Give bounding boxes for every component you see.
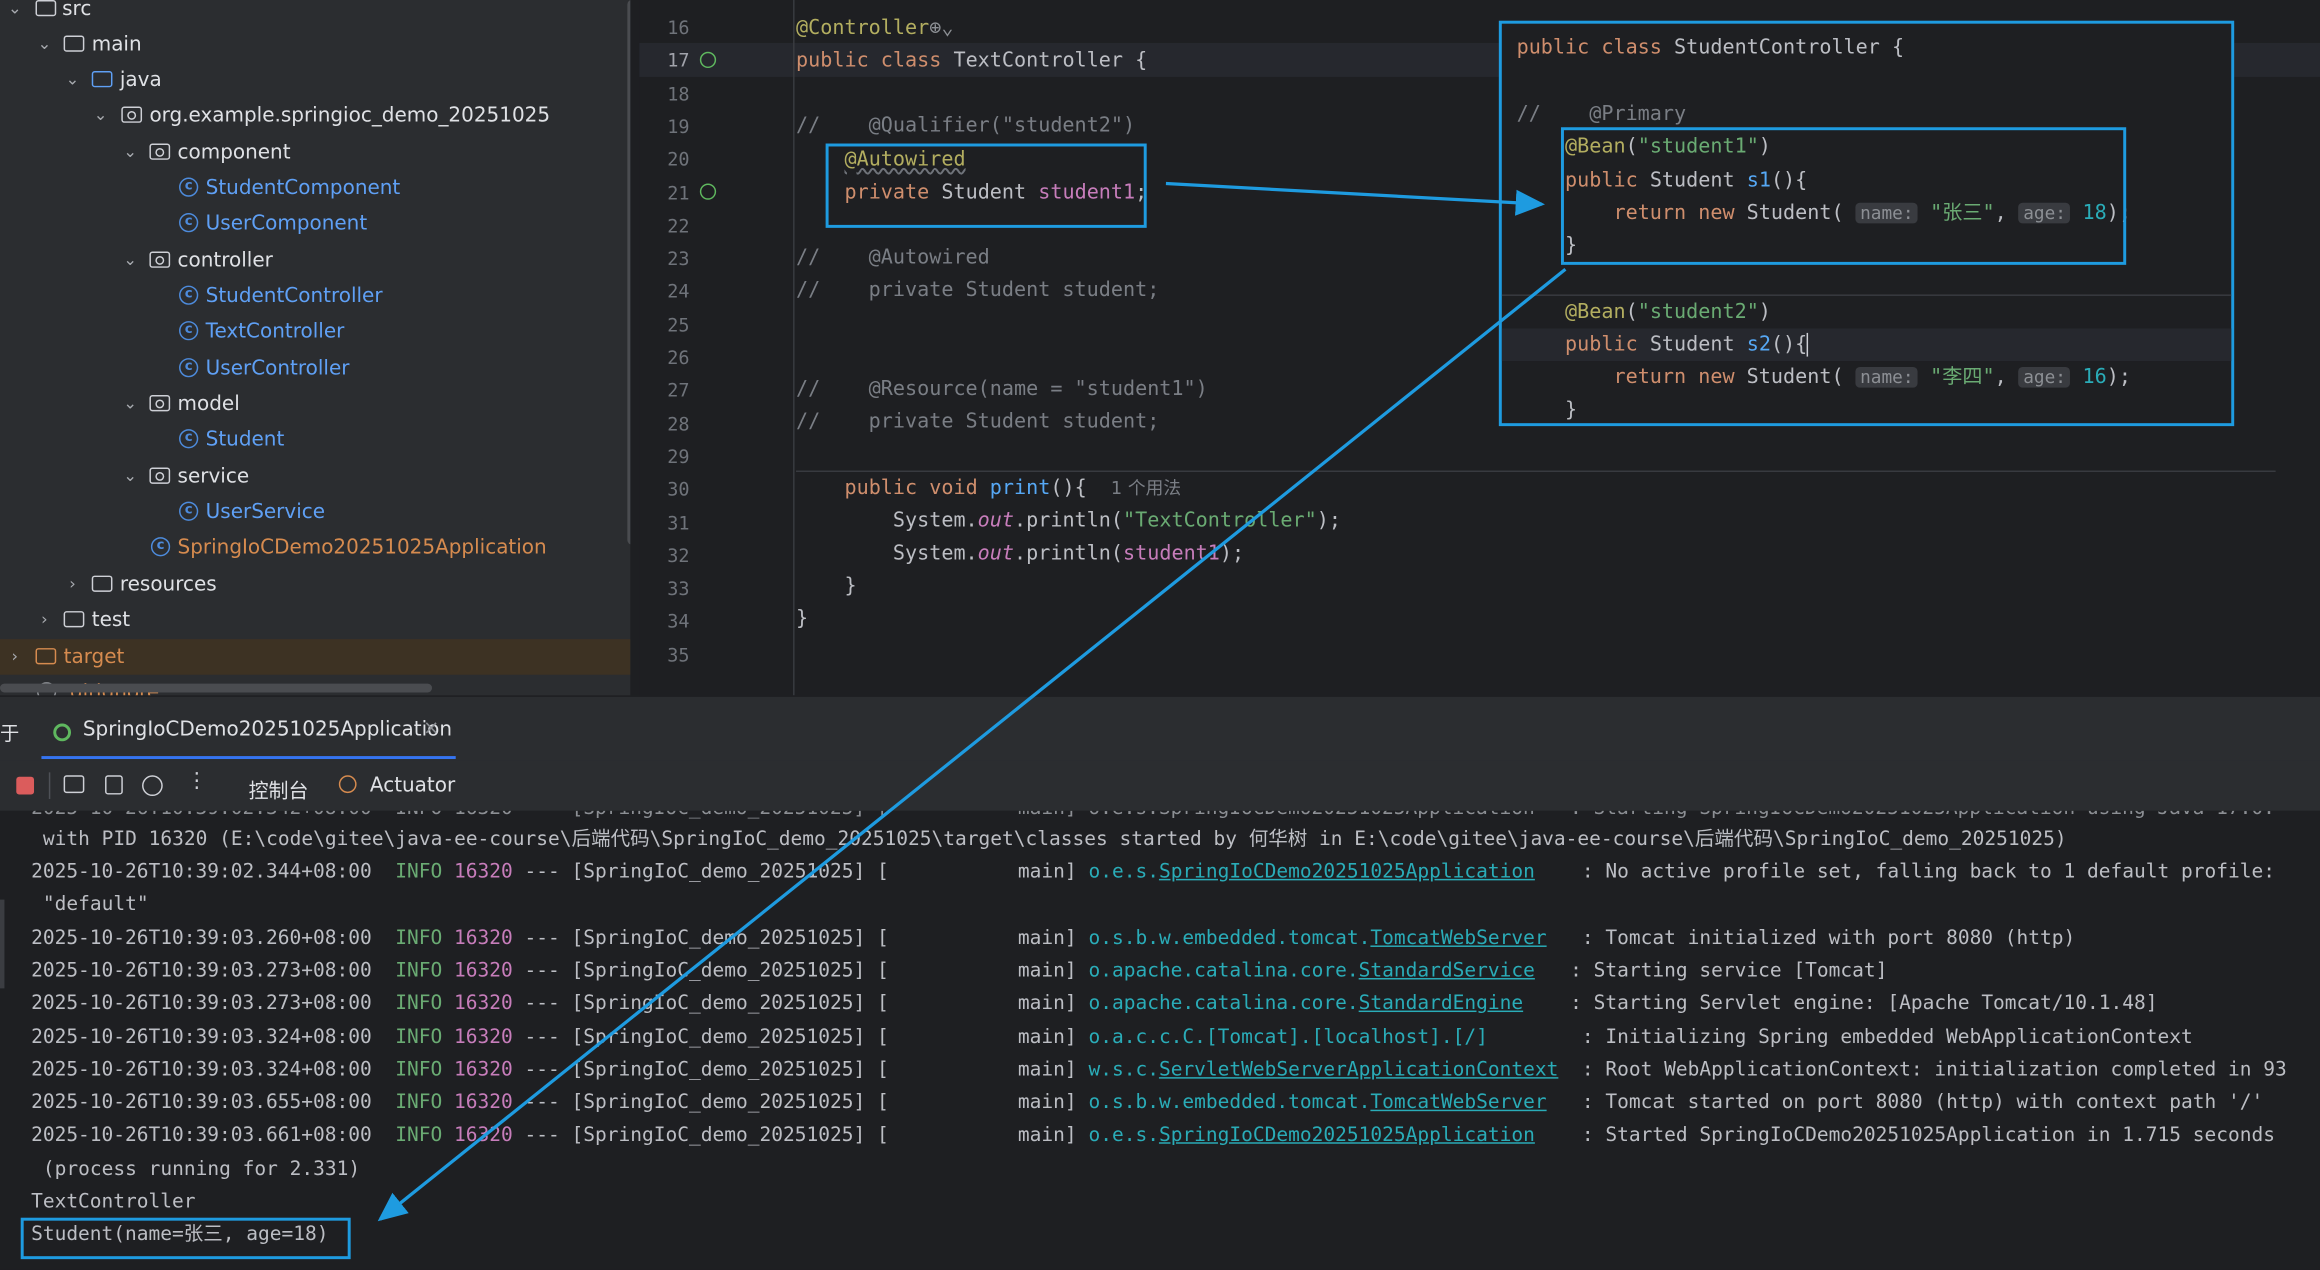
ide-window: ⌄ src ⌄ main ⌄ java ⌄ org.example.spring…	[0, 0, 2320, 1270]
arrow-bean-to-output	[377, 268, 1567, 1222]
annotation-arrows	[377, 181, 1567, 1222]
arrow-autowired-to-bean	[1165, 181, 1545, 216]
